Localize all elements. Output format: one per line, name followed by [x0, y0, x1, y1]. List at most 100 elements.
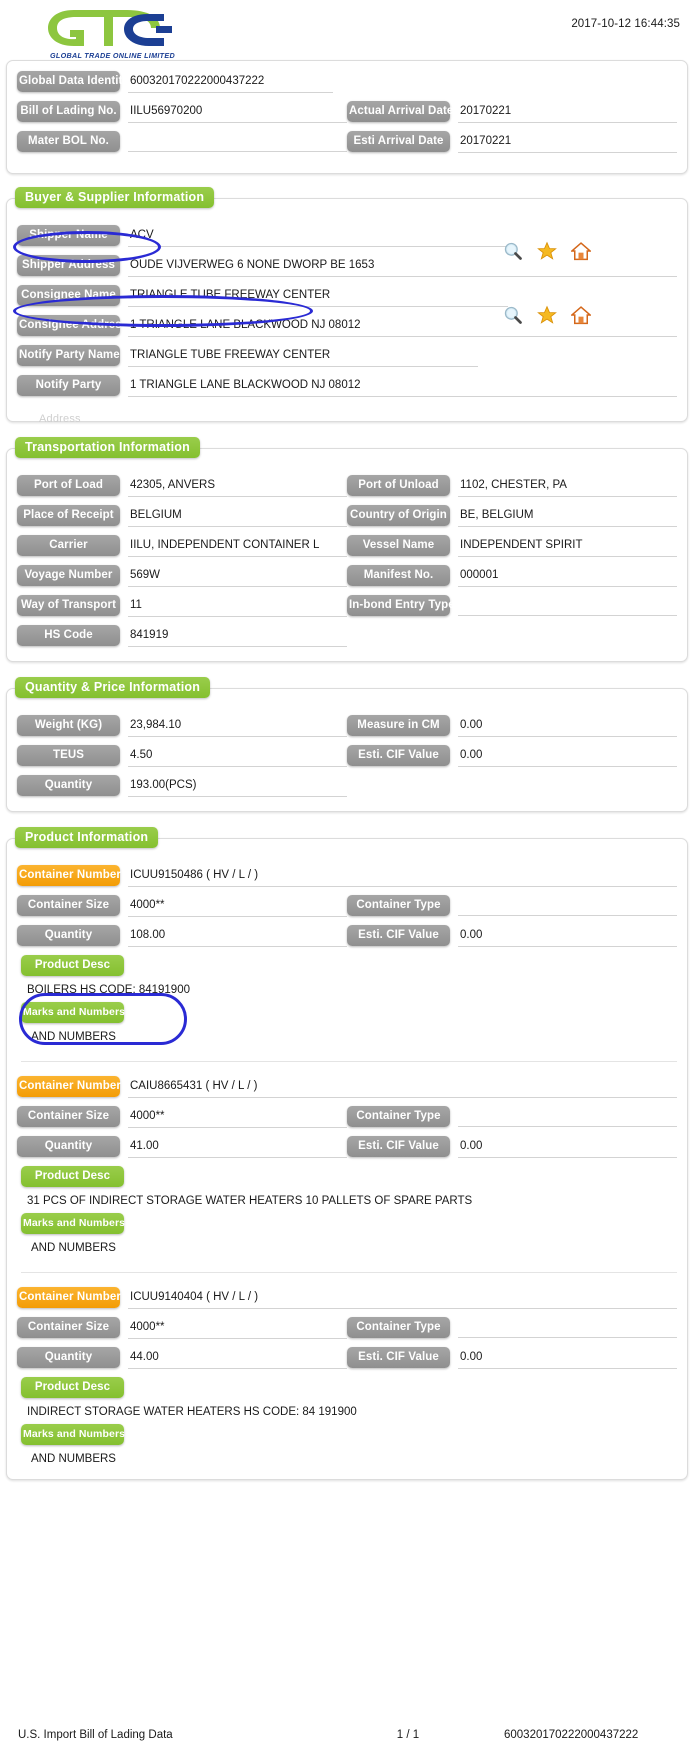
- field-esti-cif-value: Esti. CIF Value 0.00: [347, 1136, 677, 1158]
- field-in-bond-entry-type: In-bond Entry Type: [347, 595, 677, 616]
- field-hs-code: HS Code 841919: [17, 625, 347, 647]
- field-value[interactable]: [458, 895, 677, 916]
- field-row: Container Size 4000** Container Type: [17, 1106, 677, 1128]
- field-value[interactable]: ICUU9150486 ( HV / L / ): [128, 865, 677, 887]
- search-icon[interactable]: [503, 241, 523, 261]
- home-icon[interactable]: [571, 305, 591, 325]
- field-value[interactable]: 20170221: [458, 131, 677, 153]
- field-value[interactable]: 193.00(PCS): [128, 775, 347, 797]
- field-value[interactable]: [458, 1317, 677, 1338]
- field-value[interactable]: 4000**: [128, 895, 347, 917]
- label-product-desc: Product Desc: [21, 1166, 124, 1187]
- field-row: Carrier IILU, INDEPENDENT CONTAINER L Ve…: [17, 535, 677, 557]
- field-value[interactable]: 0.00: [458, 715, 677, 737]
- field-label: Esti. CIF Value: [347, 925, 450, 946]
- field-value[interactable]: 42305, ANVERS: [128, 475, 347, 497]
- field-value[interactable]: 11: [128, 595, 347, 617]
- field-value[interactable]: BE, BELGIUM: [458, 505, 677, 527]
- field-teus: TEUS 4.50: [17, 745, 347, 767]
- field-row: Bill of Lading No. IILU56970200 Actual A…: [17, 101, 677, 123]
- field-port-of-load: Port of Load 42305, ANVERS: [17, 475, 347, 497]
- field-value[interactable]: ACV: [128, 225, 508, 247]
- field-value[interactable]: 0.00: [458, 745, 677, 767]
- page-footer: U.S. Import Bill of Lading Data 1 / 1 60…: [0, 1723, 694, 1747]
- field-value[interactable]: ICUU9140404 ( HV / L / ): [128, 1287, 677, 1309]
- field-value[interactable]: 4000**: [128, 1106, 347, 1128]
- field-label: Weight (KG): [17, 715, 120, 736]
- field-value[interactable]: 1 TRIANGLE LANE BLACKWOOD NJ 08012: [128, 375, 677, 397]
- field-value[interactable]: CAIU8665431 ( HV / L / ): [128, 1076, 677, 1098]
- field-mater-bol-no: Mater BOL No.: [17, 131, 347, 152]
- field-container-size: Container Size 4000**: [17, 895, 347, 917]
- field-carrier: Carrier IILU, INDEPENDENT CONTAINER L: [17, 535, 347, 557]
- marks-and-numbers-text: AND NUMBERS: [31, 1453, 116, 1465]
- field-label: Container Type: [347, 895, 450, 916]
- field-measure-in-cm: Measure in CM 0.00: [347, 715, 677, 737]
- field-label: Mater BOL No.: [17, 131, 120, 152]
- field-value[interactable]: [458, 1106, 677, 1127]
- field-value[interactable]: TRIANGLE TUBE FREEWAY CENTER: [128, 285, 508, 307]
- field-row: HS Code 841919: [17, 625, 677, 647]
- field-value[interactable]: IILU, INDEPENDENT CONTAINER L: [128, 535, 347, 557]
- field-label: Port of Unload: [347, 475, 450, 496]
- field-value[interactable]: 23,984.10: [128, 715, 347, 737]
- field-value[interactable]: OUDE VIJVERWEG 6 NONE DWORP BE 1653: [128, 255, 677, 277]
- field-container-size: Container Size 4000**: [17, 1106, 347, 1128]
- field-value[interactable]: 4000**: [128, 1317, 347, 1339]
- field-label: Country of Origin: [347, 505, 450, 526]
- field-value[interactable]: 108.00: [128, 925, 347, 947]
- field-container-type: Container Type: [347, 895, 677, 916]
- field-label: Measure in CM: [347, 715, 450, 736]
- section-title-buyer-supplier: Buyer & Supplier Information: [15, 187, 215, 208]
- field-label: Container Number: [17, 865, 121, 886]
- field-container-number: Container Number ICUU9150486 ( HV / L / …: [17, 865, 677, 887]
- field-value[interactable]: 000001: [458, 565, 677, 587]
- field-label: Quantity: [17, 1136, 120, 1157]
- product-desc-text: 31 PCS OF INDIRECT STORAGE WATER HEATERS…: [27, 1195, 473, 1207]
- field-value[interactable]: 44.00: [128, 1347, 347, 1369]
- consignee-action-icons: [503, 305, 591, 325]
- container-separator: [21, 1272, 677, 1273]
- search-icon[interactable]: [503, 305, 523, 325]
- product-desc-text: BOILERS HS CODE: 84191900: [27, 984, 190, 996]
- field-row: Mater BOL No. Esti Arrival Date 20170221: [17, 131, 677, 153]
- label-marks-and-numbers: Marks and Numbers: [21, 1424, 125, 1445]
- home-icon[interactable]: [571, 241, 591, 261]
- field-label: Esti. CIF Value: [347, 1347, 450, 1368]
- footer-title: U.S. Import Bill of Lading Data: [18, 1729, 173, 1741]
- field-value[interactable]: INDEPENDENT SPIRIT: [458, 535, 677, 557]
- field-value[interactable]: [128, 131, 347, 152]
- field-label: Shipper Name: [17, 225, 120, 246]
- buyer-supplier-card: Buyer & Supplier Information Shipper Nam…: [6, 187, 688, 425]
- field-value[interactable]: 0.00: [458, 925, 677, 947]
- field-container-number: Container Number CAIU8665431 ( HV / L / …: [17, 1076, 677, 1098]
- field-label: Consignee Address: [17, 315, 128, 336]
- field-value[interactable]: 0.00: [458, 1347, 677, 1369]
- field-value[interactable]: 841919: [128, 625, 347, 647]
- star-icon[interactable]: [537, 305, 557, 325]
- field-label: Port of Load: [17, 475, 120, 496]
- field-value[interactable]: BELGIUM: [128, 505, 347, 527]
- transportation-card: Transportation Information Port of Load …: [6, 437, 688, 662]
- field-value[interactable]: TRIANGLE TUBE FREEWAY CENTER: [128, 345, 478, 367]
- star-icon[interactable]: [537, 241, 557, 261]
- marks-and-numbers-text: AND NUMBERS: [31, 1031, 116, 1043]
- field-value[interactable]: 41.00: [128, 1136, 347, 1158]
- field-value[interactable]: 1 TRIANGLE LANE BLACKWOOD NJ 08012: [128, 315, 677, 337]
- field-row: TEUS 4.50 Esti. CIF Value 0.00: [17, 745, 677, 767]
- field-value[interactable]: 20170221: [458, 101, 677, 123]
- field-value[interactable]: 4.50: [128, 745, 347, 767]
- field-row: Quantity 108.00 Esti. CIF Value 0.00: [17, 925, 677, 947]
- field-row: Port of Load 42305, ANVERS Port of Unloa…: [17, 475, 677, 497]
- field-label: Shipper Address: [17, 255, 120, 276]
- field-label: Container Type: [347, 1317, 450, 1338]
- field-value[interactable]: 600320170222000437222: [128, 71, 333, 93]
- field-value[interactable]: [458, 595, 677, 616]
- shipper-action-icons: [503, 241, 591, 261]
- logo-tagline: GLOBAL TRADE ONLINE LIMITED: [50, 51, 175, 60]
- container-separator: [21, 1061, 677, 1062]
- field-value[interactable]: 0.00: [458, 1136, 677, 1158]
- field-value[interactable]: 1102, CHESTER, PA: [458, 475, 677, 497]
- field-value[interactable]: IILU56970200: [128, 101, 347, 123]
- field-value[interactable]: 569W: [128, 565, 347, 587]
